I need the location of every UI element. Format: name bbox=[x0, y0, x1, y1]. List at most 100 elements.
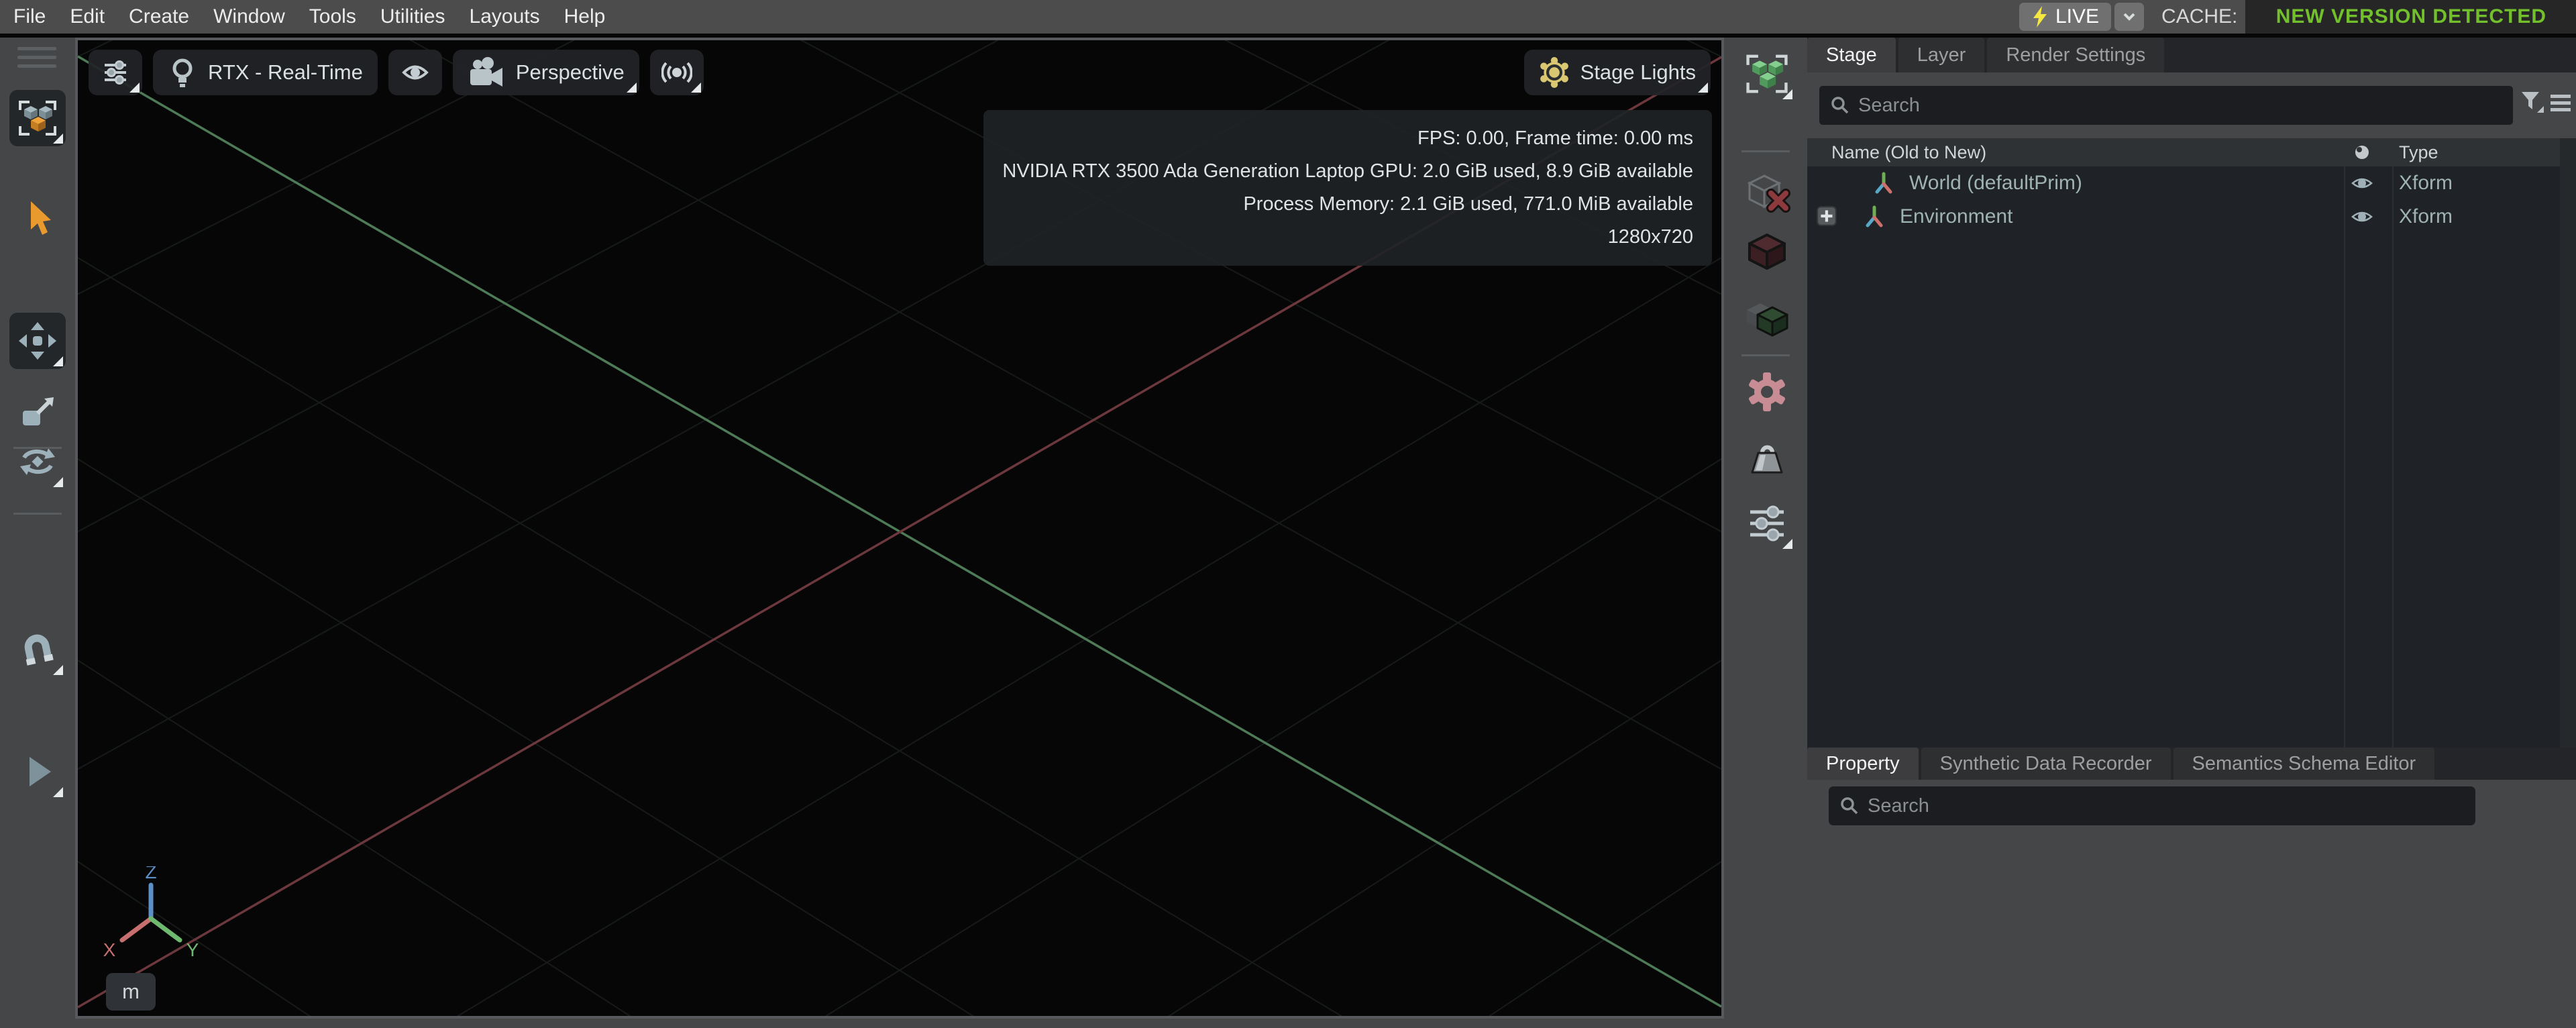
left-toolbar bbox=[0, 38, 75, 1028]
live-button[interactable]: LIVE bbox=[2019, 3, 2112, 31]
rigid-body-button[interactable] bbox=[1739, 289, 1795, 345]
type-column-header[interactable]: Type bbox=[2399, 142, 2438, 163]
menu-layouts[interactable]: Layouts bbox=[470, 5, 540, 28]
toolbar-drag-grip[interactable] bbox=[17, 47, 56, 68]
tree-row-world[interactable]: World (defaultPrim) Xform bbox=[1807, 166, 2560, 200]
tab-semantics-schema-editor[interactable]: Semantics Schema Editor bbox=[2173, 748, 2435, 780]
visibility-column-header-icon[interactable] bbox=[2351, 144, 2373, 161]
live-label: LIVE bbox=[2055, 5, 2100, 28]
menu-edit[interactable]: Edit bbox=[70, 5, 105, 28]
prim-name[interactable]: World (defaultPrim) bbox=[1909, 172, 2082, 195]
xform-prim-icon bbox=[1872, 172, 1896, 195]
stage-lights-button[interactable]: Stage Lights bbox=[1523, 50, 1711, 95]
tab-render-settings[interactable]: Render Settings bbox=[1987, 38, 2165, 72]
property-search-input[interactable] bbox=[1829, 786, 2475, 825]
weight-icon bbox=[1743, 433, 1791, 482]
stats-resolution: 1280x720 bbox=[1607, 226, 1693, 248]
menu-utilities[interactable]: Utilities bbox=[380, 5, 445, 28]
xform-prim-icon bbox=[1862, 205, 1886, 228]
move-tool-button[interactable] bbox=[9, 313, 66, 369]
menu-help[interactable]: Help bbox=[564, 5, 606, 28]
remove-collider-button[interactable] bbox=[1739, 165, 1795, 221]
signal-waves-icon bbox=[661, 58, 692, 87]
physics-toolbar bbox=[1727, 38, 1807, 1028]
selection-group-button[interactable] bbox=[1739, 46, 1795, 102]
menu-file[interactable]: File bbox=[13, 5, 46, 28]
lightbulb-icon bbox=[168, 56, 197, 89]
name-column-header[interactable]: Name (Old to New) bbox=[1831, 142, 1986, 163]
axis-x-label: X bbox=[103, 939, 116, 960]
viewport-toolbar: RTX - Real-Time Perspective bbox=[89, 50, 704, 95]
tree-row-environment[interactable]: Environment Xform bbox=[1807, 200, 2560, 234]
stage-options-button[interactable] bbox=[2549, 93, 2572, 114]
prim-name[interactable]: Environment bbox=[1900, 205, 2012, 228]
select-tool-button[interactable] bbox=[9, 191, 66, 247]
mass-properties-button[interactable] bbox=[1739, 429, 1795, 486]
viewport-3d-canvas[interactable]: RTX - Real-Time Perspective Stage Lights… bbox=[75, 38, 1724, 1019]
cache-label: CACHE: bbox=[2161, 5, 2238, 28]
stage-tree: Name (Old to New) Type World (defaultPri… bbox=[1807, 138, 2576, 748]
prim-type: Xform bbox=[2399, 172, 2453, 194]
axis-y-label: Y bbox=[186, 939, 199, 960]
tab-layer[interactable]: Layer bbox=[1898, 38, 1985, 72]
units-label: m bbox=[122, 980, 140, 1003]
move-arrows-icon bbox=[16, 319, 59, 362]
cube-with-x-icon bbox=[1743, 169, 1791, 217]
tab-property[interactable]: Property bbox=[1807, 748, 1919, 780]
prim-type: Xform bbox=[2399, 205, 2453, 227]
topbar-right-cluster: LIVE CACHE: NEW VERSION DETECTED bbox=[2019, 0, 2576, 34]
search-icon bbox=[1830, 95, 1850, 115]
broadcast-button[interactable] bbox=[649, 50, 704, 95]
collider-cube-button[interactable] bbox=[1739, 223, 1795, 279]
visibility-options-button[interactable] bbox=[388, 50, 442, 95]
toolbar-separator bbox=[1741, 150, 1790, 152]
stage-panel: Stage Layer Render Settings Name (Old to bbox=[1807, 38, 2576, 748]
physics-settings-button[interactable] bbox=[1739, 364, 1795, 420]
toolbar-separator bbox=[1741, 354, 1790, 356]
simulation-settings-button[interactable] bbox=[1739, 495, 1795, 552]
stage-tree-scrollbar[interactable] bbox=[2560, 138, 2576, 748]
play-button[interactable] bbox=[9, 743, 66, 800]
property-search bbox=[1829, 786, 2475, 825]
sliders-icon bbox=[101, 58, 130, 87]
prim-selection-cubes-icon bbox=[16, 97, 59, 140]
expand-plus-icon[interactable] bbox=[1817, 206, 1838, 227]
cache-status-text: NEW VERSION DETECTED bbox=[2275, 5, 2547, 28]
rotate-tool-button[interactable] bbox=[9, 433, 66, 490]
property-panel: Property Synthetic Data Recorder Semanti… bbox=[1807, 748, 2576, 1028]
visibility-eye-icon[interactable] bbox=[2351, 174, 2373, 192]
live-dropdown-button[interactable] bbox=[2114, 3, 2145, 31]
tab-stage[interactable]: Stage bbox=[1807, 38, 1896, 72]
camera-icon bbox=[468, 57, 505, 88]
camera-selector-button[interactable]: Perspective bbox=[452, 50, 639, 95]
axis-z-label: Z bbox=[145, 866, 156, 882]
snap-tool-button[interactable] bbox=[9, 621, 66, 678]
viewport-settings-button[interactable] bbox=[89, 50, 142, 95]
maroon-cube-icon bbox=[1743, 227, 1791, 275]
visibility-eye-icon[interactable] bbox=[2351, 208, 2373, 225]
menu-create[interactable]: Create bbox=[129, 5, 189, 28]
menu-window[interactable]: Window bbox=[213, 5, 285, 28]
sliders-icon bbox=[1745, 501, 1789, 546]
stage-panel-tabbar: Stage Layer Render Settings bbox=[1807, 38, 2576, 72]
renderer-selector-button[interactable]: RTX - Real-Time bbox=[153, 50, 378, 95]
cache-status-box: NEW VERSION DETECTED bbox=[2245, 0, 2576, 34]
eye-icon bbox=[400, 58, 431, 87]
stage-search-input[interactable] bbox=[1819, 86, 2513, 125]
filter-funnel-button[interactable] bbox=[2520, 90, 2544, 117]
scale-icon bbox=[16, 391, 59, 433]
chevron-down-icon bbox=[2121, 9, 2137, 25]
toolbar-separator bbox=[13, 447, 62, 449]
units-button[interactable]: m bbox=[106, 973, 156, 1011]
menu-tools[interactable]: Tools bbox=[309, 5, 356, 28]
green-cubes-selection-icon bbox=[1743, 50, 1790, 97]
cursor-arrow-icon bbox=[16, 197, 59, 240]
scale-tool-button[interactable] bbox=[9, 384, 66, 440]
tab-synthetic-data-recorder[interactable]: Synthetic Data Recorder bbox=[1921, 748, 2171, 780]
selection-mode-button[interactable] bbox=[9, 90, 66, 146]
toolbar-separator bbox=[13, 513, 62, 515]
magnet-icon bbox=[16, 628, 59, 671]
stats-memory: Process Memory: 2.1 GiB used, 771.0 MiB … bbox=[1243, 193, 1693, 215]
play-icon bbox=[16, 750, 59, 793]
camera-label: Perspective bbox=[515, 60, 625, 84]
